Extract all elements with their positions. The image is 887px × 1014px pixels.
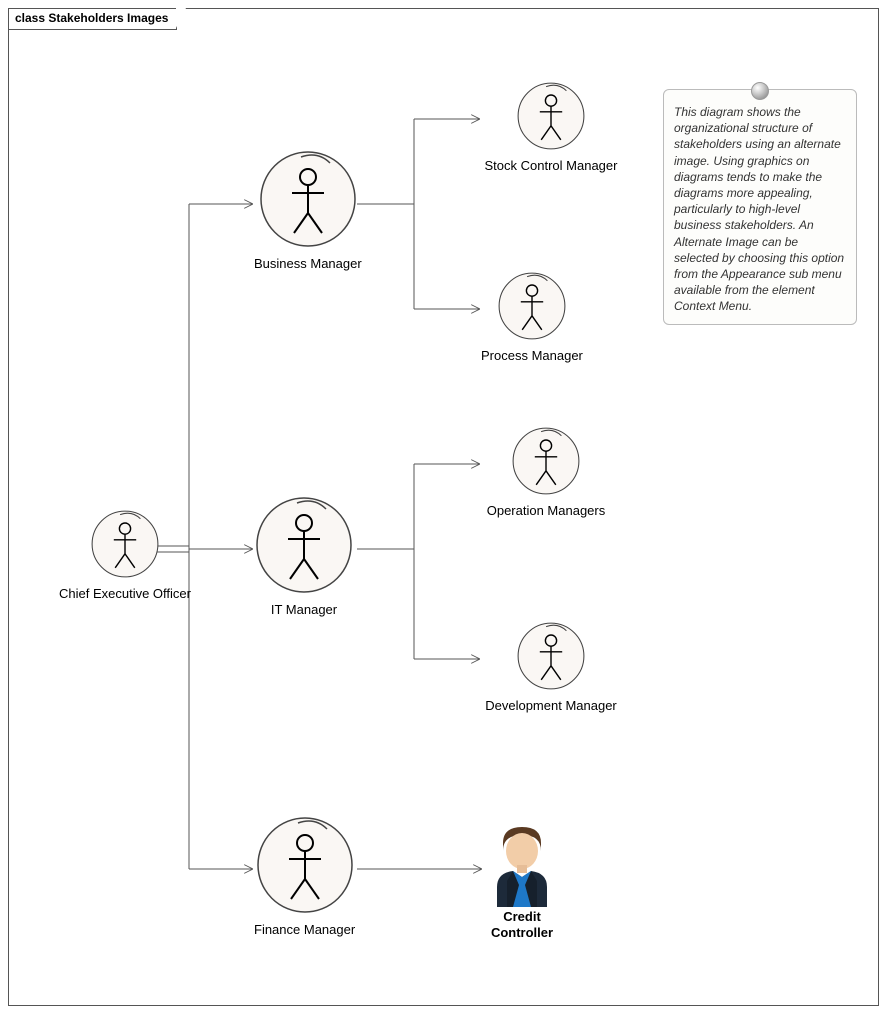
actor-it-manager-label: IT Manager	[254, 602, 354, 617]
actor-credit-controller-label: Credit Controller	[483, 909, 561, 940]
actor-development-manager-label: Development Manager	[481, 698, 621, 713]
person-icon	[497, 271, 567, 341]
actor-development-manager[interactable]: Development Manager	[481, 621, 621, 713]
pin-icon	[751, 82, 769, 100]
actor-finance-manager[interactable]: Finance Manager	[254, 815, 355, 937]
person-icon	[254, 495, 354, 595]
actor-stock-control-manager-label: Stock Control Manager	[481, 158, 621, 173]
actor-operation-managers[interactable]: Operation Managers	[481, 426, 611, 518]
actor-stock-control-manager[interactable]: Stock Control Manager	[481, 81, 621, 173]
actor-process-manager[interactable]: Process Manager	[481, 271, 583, 363]
person-icon	[511, 426, 581, 496]
actor-operation-managers-label: Operation Managers	[481, 503, 611, 518]
note-box[interactable]: This diagram shows the organizational st…	[663, 89, 857, 325]
diagram-frame: class Stakeholders Images	[8, 8, 879, 1006]
actor-credit-controller[interactable]	[483, 821, 561, 910]
note-text: This diagram shows the organizational st…	[674, 105, 844, 313]
actor-ceo[interactable]: Chief Executive Officer	[59, 509, 191, 601]
person-icon	[258, 149, 358, 249]
person-icon	[516, 81, 586, 151]
actor-business-manager-label: Business Manager	[254, 256, 362, 271]
actor-finance-manager-label: Finance Manager	[254, 922, 355, 937]
actor-process-manager-label: Process Manager	[481, 348, 583, 363]
person-icon	[90, 509, 160, 579]
diagram-canvas: Chief Executive Officer Business Manager	[9, 9, 878, 1005]
actor-it-manager[interactable]: IT Manager	[254, 495, 354, 617]
person-icon	[255, 815, 355, 915]
actor-ceo-label: Chief Executive Officer	[59, 586, 191, 601]
actor-business-manager[interactable]: Business Manager	[254, 149, 362, 271]
person-icon	[516, 621, 586, 691]
avatar-icon	[483, 821, 561, 907]
